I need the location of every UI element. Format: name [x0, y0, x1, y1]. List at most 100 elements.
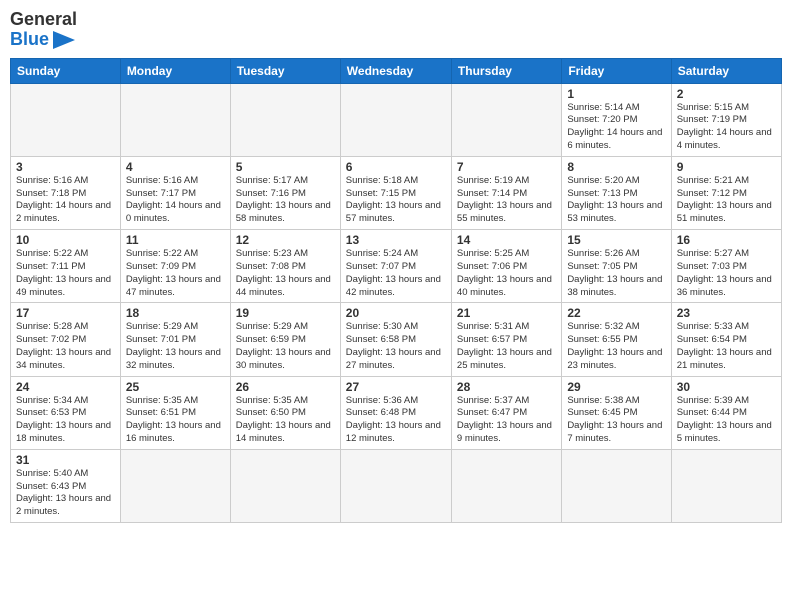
calendar-cell: 7Sunrise: 5:19 AM Sunset: 7:14 PM Daylig…: [451, 156, 561, 229]
day-number: 3: [16, 160, 115, 174]
weekday-friday: Friday: [562, 58, 671, 83]
calendar-cell: 11Sunrise: 5:22 AM Sunset: 7:09 PM Dayli…: [120, 230, 230, 303]
day-number: 28: [457, 380, 556, 394]
calendar-cell: 9Sunrise: 5:21 AM Sunset: 7:12 PM Daylig…: [671, 156, 781, 229]
calendar-week-3: 10Sunrise: 5:22 AM Sunset: 7:11 PM Dayli…: [11, 230, 782, 303]
day-number: 15: [567, 233, 665, 247]
day-number: 11: [126, 233, 225, 247]
calendar-week-2: 3Sunrise: 5:16 AM Sunset: 7:18 PM Daylig…: [11, 156, 782, 229]
calendar-cell: [11, 83, 121, 156]
logo: General Blue: [10, 10, 77, 50]
day-number: 2: [677, 87, 776, 101]
logo-blue: Blue: [10, 30, 49, 50]
day-info: Sunrise: 5:24 AM Sunset: 7:07 PM Dayligh…: [346, 248, 446, 299]
day-info: Sunrise: 5:17 AM Sunset: 7:16 PM Dayligh…: [236, 175, 335, 226]
calendar-cell: 24Sunrise: 5:34 AM Sunset: 6:53 PM Dayli…: [11, 376, 121, 449]
calendar-cell: 12Sunrise: 5:23 AM Sunset: 7:08 PM Dayli…: [230, 230, 340, 303]
calendar-cell: 16Sunrise: 5:27 AM Sunset: 7:03 PM Dayli…: [671, 230, 781, 303]
calendar-cell: 22Sunrise: 5:32 AM Sunset: 6:55 PM Dayli…: [562, 303, 671, 376]
calendar-cell: [120, 449, 230, 522]
calendar-week-1: 1Sunrise: 5:14 AM Sunset: 7:20 PM Daylig…: [11, 83, 782, 156]
day-number: 24: [16, 380, 115, 394]
day-number: 8: [567, 160, 665, 174]
calendar-cell: 28Sunrise: 5:37 AM Sunset: 6:47 PM Dayli…: [451, 376, 561, 449]
day-info: Sunrise: 5:25 AM Sunset: 7:06 PM Dayligh…: [457, 248, 556, 299]
day-info: Sunrise: 5:35 AM Sunset: 6:50 PM Dayligh…: [236, 395, 335, 446]
day-info: Sunrise: 5:14 AM Sunset: 7:20 PM Dayligh…: [567, 102, 665, 153]
day-info: Sunrise: 5:29 AM Sunset: 7:01 PM Dayligh…: [126, 321, 225, 372]
day-info: Sunrise: 5:40 AM Sunset: 6:43 PM Dayligh…: [16, 468, 115, 519]
calendar-cell: [671, 449, 781, 522]
day-number: 29: [567, 380, 665, 394]
day-info: Sunrise: 5:32 AM Sunset: 6:55 PM Dayligh…: [567, 321, 665, 372]
calendar-cell: 25Sunrise: 5:35 AM Sunset: 6:51 PM Dayli…: [120, 376, 230, 449]
calendar-cell: 3Sunrise: 5:16 AM Sunset: 7:18 PM Daylig…: [11, 156, 121, 229]
day-info: Sunrise: 5:15 AM Sunset: 7:19 PM Dayligh…: [677, 102, 776, 153]
day-info: Sunrise: 5:37 AM Sunset: 6:47 PM Dayligh…: [457, 395, 556, 446]
day-number: 7: [457, 160, 556, 174]
logo-triangle-icon: [53, 31, 75, 49]
day-number: 22: [567, 306, 665, 320]
day-info: Sunrise: 5:20 AM Sunset: 7:13 PM Dayligh…: [567, 175, 665, 226]
day-info: Sunrise: 5:29 AM Sunset: 6:59 PM Dayligh…: [236, 321, 335, 372]
day-number: 14: [457, 233, 556, 247]
day-number: 5: [236, 160, 335, 174]
day-number: 21: [457, 306, 556, 320]
day-number: 16: [677, 233, 776, 247]
calendar-cell: [451, 83, 561, 156]
calendar-cell: [340, 449, 451, 522]
day-info: Sunrise: 5:22 AM Sunset: 7:09 PM Dayligh…: [126, 248, 225, 299]
day-number: 17: [16, 306, 115, 320]
day-info: Sunrise: 5:30 AM Sunset: 6:58 PM Dayligh…: [346, 321, 446, 372]
calendar-cell: 26Sunrise: 5:35 AM Sunset: 6:50 PM Dayli…: [230, 376, 340, 449]
day-number: 4: [126, 160, 225, 174]
calendar-week-6: 31Sunrise: 5:40 AM Sunset: 6:43 PM Dayli…: [11, 449, 782, 522]
calendar-cell: 6Sunrise: 5:18 AM Sunset: 7:15 PM Daylig…: [340, 156, 451, 229]
day-number: 31: [16, 453, 115, 467]
day-number: 10: [16, 233, 115, 247]
day-info: Sunrise: 5:21 AM Sunset: 7:12 PM Dayligh…: [677, 175, 776, 226]
weekday-header-row: SundayMondayTuesdayWednesdayThursdayFrid…: [11, 58, 782, 83]
day-info: Sunrise: 5:39 AM Sunset: 6:44 PM Dayligh…: [677, 395, 776, 446]
calendar-cell: [562, 449, 671, 522]
calendar-week-4: 17Sunrise: 5:28 AM Sunset: 7:02 PM Dayli…: [11, 303, 782, 376]
logo-general: General: [10, 10, 77, 30]
day-info: Sunrise: 5:31 AM Sunset: 6:57 PM Dayligh…: [457, 321, 556, 372]
day-number: 12: [236, 233, 335, 247]
day-info: Sunrise: 5:34 AM Sunset: 6:53 PM Dayligh…: [16, 395, 115, 446]
weekday-thursday: Thursday: [451, 58, 561, 83]
weekday-sunday: Sunday: [11, 58, 121, 83]
calendar-cell: 14Sunrise: 5:25 AM Sunset: 7:06 PM Dayli…: [451, 230, 561, 303]
day-info: Sunrise: 5:16 AM Sunset: 7:18 PM Dayligh…: [16, 175, 115, 226]
calendar-cell: 20Sunrise: 5:30 AM Sunset: 6:58 PM Dayli…: [340, 303, 451, 376]
calendar-cell: 13Sunrise: 5:24 AM Sunset: 7:07 PM Dayli…: [340, 230, 451, 303]
calendar-cell: 23Sunrise: 5:33 AM Sunset: 6:54 PM Dayli…: [671, 303, 781, 376]
calendar-cell: [230, 449, 340, 522]
calendar-cell: 8Sunrise: 5:20 AM Sunset: 7:13 PM Daylig…: [562, 156, 671, 229]
day-info: Sunrise: 5:36 AM Sunset: 6:48 PM Dayligh…: [346, 395, 446, 446]
day-number: 23: [677, 306, 776, 320]
day-info: Sunrise: 5:35 AM Sunset: 6:51 PM Dayligh…: [126, 395, 225, 446]
calendar-cell: 17Sunrise: 5:28 AM Sunset: 7:02 PM Dayli…: [11, 303, 121, 376]
calendar-cell: 10Sunrise: 5:22 AM Sunset: 7:11 PM Dayli…: [11, 230, 121, 303]
day-number: 1: [567, 87, 665, 101]
day-info: Sunrise: 5:33 AM Sunset: 6:54 PM Dayligh…: [677, 321, 776, 372]
day-number: 13: [346, 233, 446, 247]
day-number: 25: [126, 380, 225, 394]
day-number: 18: [126, 306, 225, 320]
calendar-cell: 27Sunrise: 5:36 AM Sunset: 6:48 PM Dayli…: [340, 376, 451, 449]
day-info: Sunrise: 5:16 AM Sunset: 7:17 PM Dayligh…: [126, 175, 225, 226]
day-info: Sunrise: 5:22 AM Sunset: 7:11 PM Dayligh…: [16, 248, 115, 299]
calendar-cell: 2Sunrise: 5:15 AM Sunset: 7:19 PM Daylig…: [671, 83, 781, 156]
calendar-cell: [340, 83, 451, 156]
weekday-saturday: Saturday: [671, 58, 781, 83]
day-info: Sunrise: 5:23 AM Sunset: 7:08 PM Dayligh…: [236, 248, 335, 299]
page-header: General Blue: [10, 10, 782, 50]
logo-container: General Blue: [10, 10, 77, 50]
calendar-cell: [451, 449, 561, 522]
calendar-cell: 4Sunrise: 5:16 AM Sunset: 7:17 PM Daylig…: [120, 156, 230, 229]
day-number: 6: [346, 160, 446, 174]
day-info: Sunrise: 5:26 AM Sunset: 7:05 PM Dayligh…: [567, 248, 665, 299]
calendar-cell: 30Sunrise: 5:39 AM Sunset: 6:44 PM Dayli…: [671, 376, 781, 449]
day-info: Sunrise: 5:38 AM Sunset: 6:45 PM Dayligh…: [567, 395, 665, 446]
